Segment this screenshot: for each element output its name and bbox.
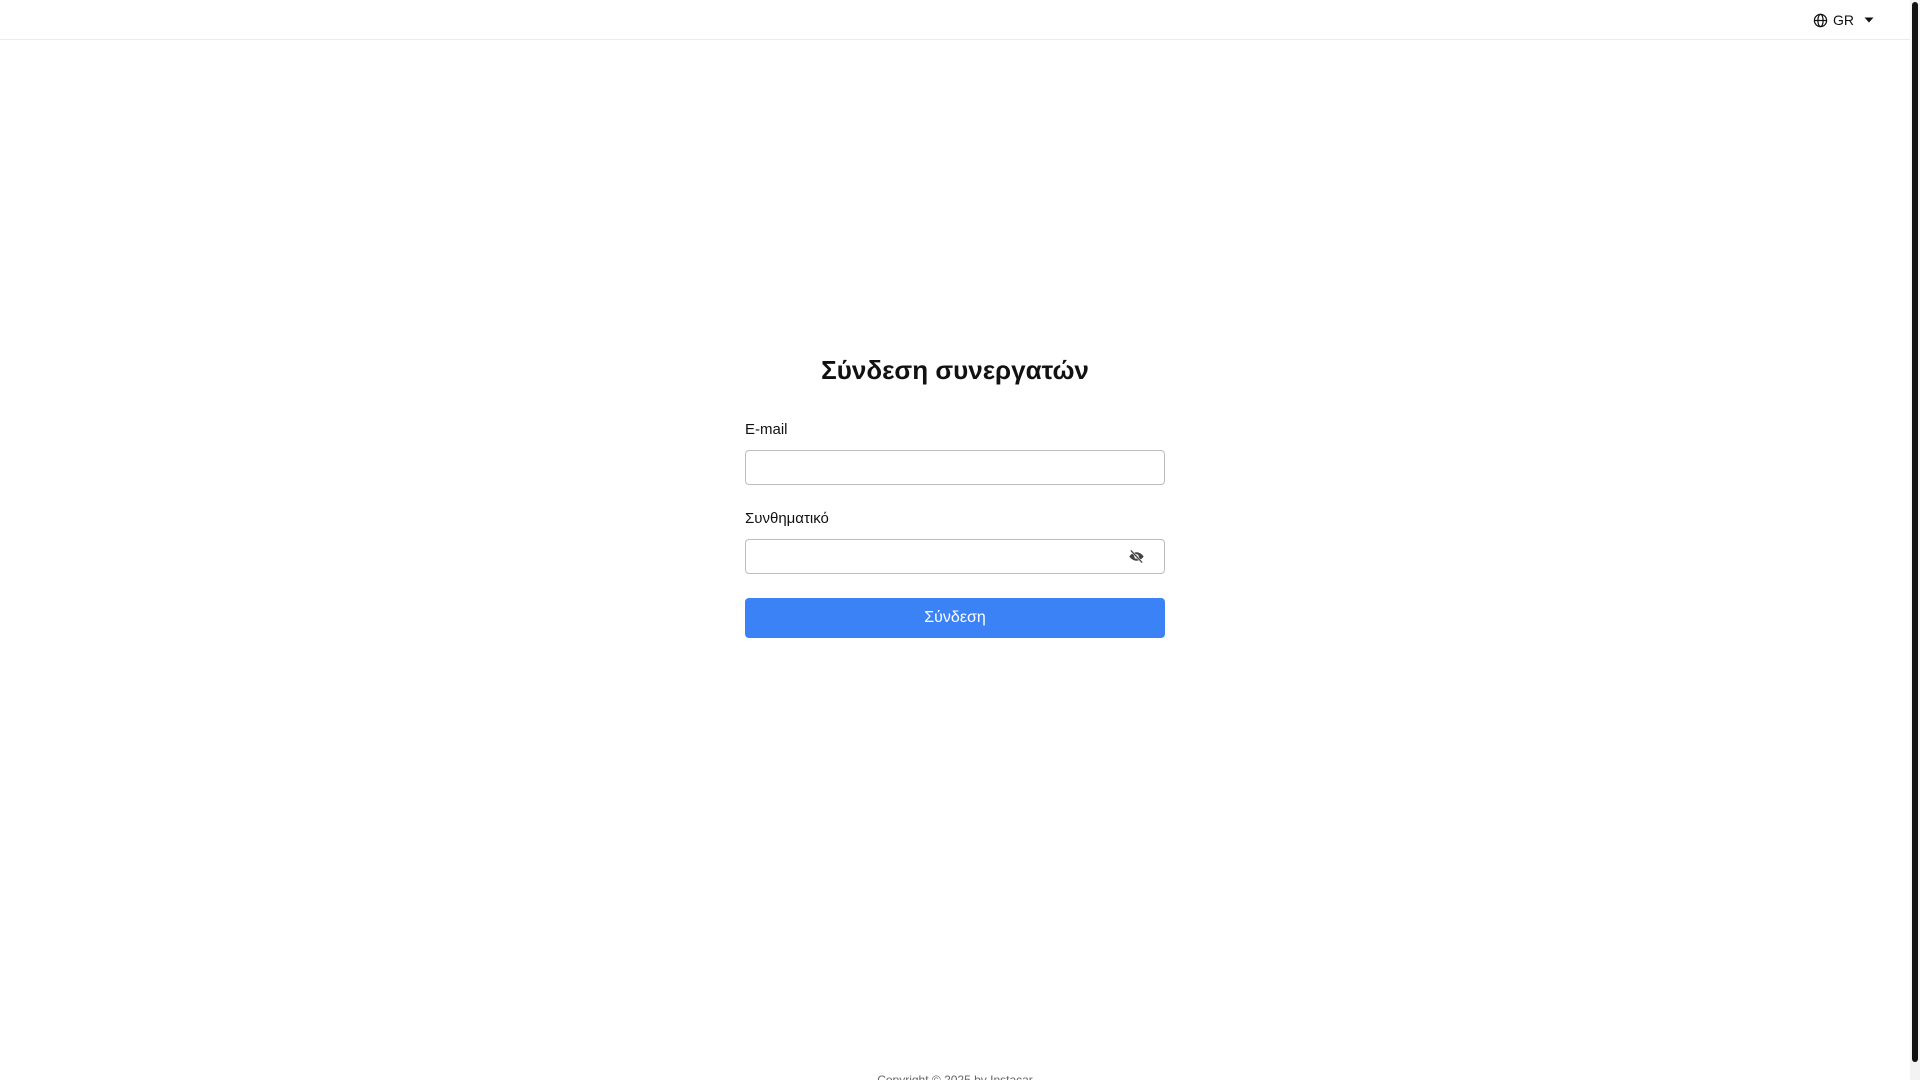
globe-icon (1813, 13, 1828, 28)
email-field-wrapper (745, 450, 1165, 485)
email-field[interactable] (745, 450, 1165, 485)
language-switcher[interactable]: GR (1813, 10, 1875, 30)
scrollbar-thumb[interactable] (1912, 2, 1918, 1062)
eye-off-icon[interactable] (1128, 548, 1145, 565)
footer-copyright: Copyright © 2025 by Instacar (877, 1073, 1033, 1080)
vertical-scrollbar[interactable] (1910, 0, 1920, 1080)
top-bar: GR (0, 0, 1910, 40)
page: GR Σύνδεση συνεργατών E-mail Συνθηματικό (0, 0, 1920, 1080)
login-button[interactable]: Σύνδεση (745, 598, 1165, 638)
password-field-wrapper (745, 539, 1165, 574)
page-title: Σύνδεση συνεργατών (821, 355, 1089, 385)
email-label: E-mail (745, 421, 788, 438)
password-label: Συνθηματικό (745, 510, 829, 527)
password-field[interactable] (745, 539, 1165, 574)
caret-down-icon (1863, 14, 1875, 26)
login-form: Σύνδεση συνεργατών E-mail Συνθηματικό Σύ… (745, 350, 1165, 638)
language-code: GR (1833, 12, 1854, 28)
